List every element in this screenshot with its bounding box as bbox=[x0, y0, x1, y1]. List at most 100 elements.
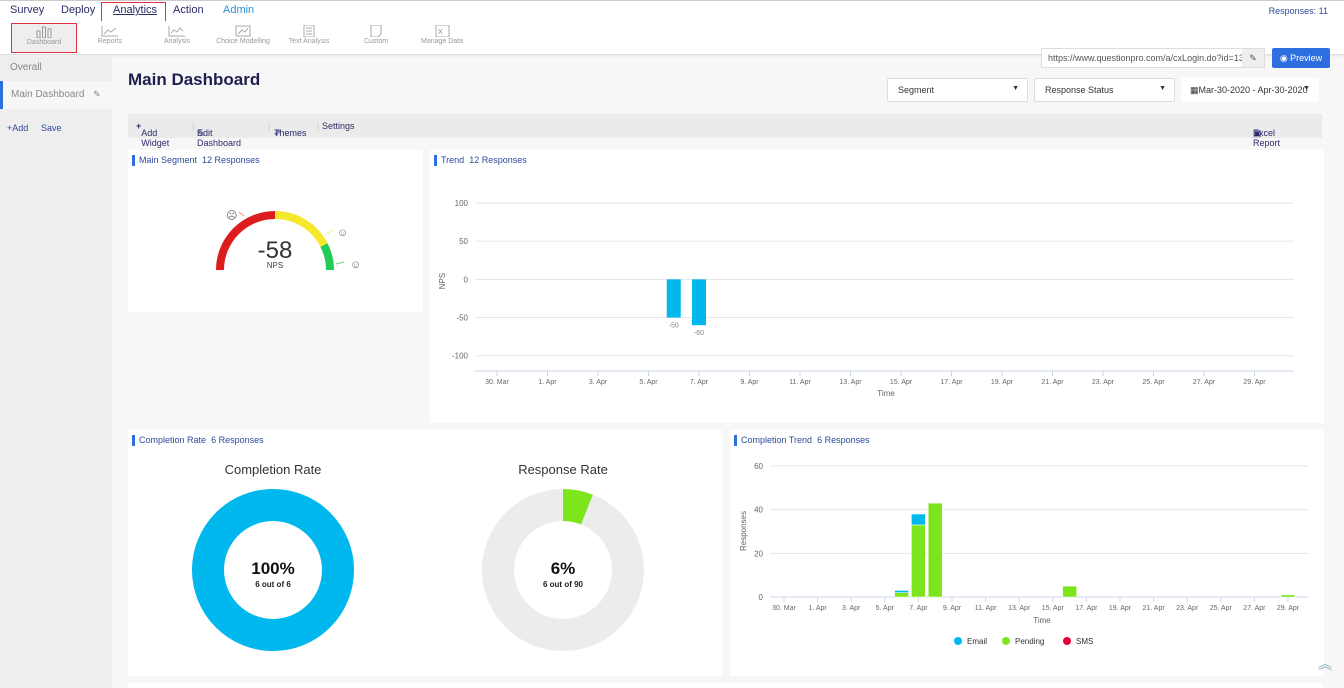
response-status-dropdown[interactable]: Response Status ▼ bbox=[1034, 78, 1175, 102]
completion-rate-widget: Completion Rate 6 Responses Completion R… bbox=[128, 430, 722, 676]
save-dashboard-link[interactable]: Save bbox=[41, 123, 62, 133]
nav-deploy[interactable]: Deploy bbox=[61, 4, 95, 16]
sidebar-item-label: Main Dashboard bbox=[11, 89, 85, 100]
survey-url-input[interactable]: https://www.questionpro.com/a/cxLogin.do… bbox=[1041, 48, 1265, 68]
edit-pencil-icon[interactable]: ✎ bbox=[1242, 49, 1264, 67]
tab-analysis[interactable]: Analysis bbox=[144, 23, 210, 53]
eye-icon: ◉ bbox=[1279, 53, 1291, 63]
tab-manage-data[interactable]: X Manage Data bbox=[409, 23, 475, 53]
trend-bar bbox=[692, 279, 706, 326]
add-dashboard-link[interactable]: +Add bbox=[7, 123, 28, 133]
y-tick-label: 20 bbox=[754, 549, 763, 558]
stacked-bar-segment bbox=[911, 513, 926, 526]
sidebar-overall[interactable]: Overall bbox=[10, 62, 42, 73]
pencil-icon[interactable]: ✎ bbox=[93, 89, 101, 99]
tab-label: Choice Modelling bbox=[216, 38, 270, 45]
sub-nav: Dashboard Reports Analysis Choice Modell… bbox=[0, 21, 1344, 68]
x-tick-label: 1. Apr bbox=[538, 379, 557, 386]
x-tick-label: 9. Apr bbox=[740, 379, 759, 386]
legend-marker bbox=[1002, 637, 1010, 645]
stacked-bar-segment bbox=[894, 592, 909, 598]
completion-trend-chart: 0 20 40 60 30. Mar 1. Apr 3. Apr 5. Apr 7. Apr 9.… bbox=[739, 462, 1308, 646]
y-axis-title: NPS bbox=[438, 273, 447, 289]
x-tick-label: 27. Apr bbox=[1243, 605, 1266, 612]
x-tick-label: 30. Mar bbox=[485, 379, 509, 386]
x-tick-label: 23. Apr bbox=[1092, 379, 1115, 386]
gauge-tick bbox=[325, 229, 334, 235]
x-tick-label: 1. Apr bbox=[808, 605, 827, 612]
legend-marker bbox=[1063, 637, 1071, 645]
completion-trend-widget: Completion Trend 6 Responses 0 20 40 60 30. … bbox=[730, 430, 1324, 676]
add-widget-label: Add Widget bbox=[141, 128, 170, 148]
legend-label: SMS bbox=[1076, 637, 1093, 646]
x-tick-label: 9. Apr bbox=[943, 605, 962, 612]
tab-dashboard[interactable]: Dashboard bbox=[11, 23, 77, 53]
tab-label: Manage Data bbox=[420, 38, 464, 45]
bar-data-label: -60 bbox=[694, 330, 704, 337]
tab-text-analysis[interactable]: Text Analysis bbox=[276, 23, 342, 53]
choice-chart-icon bbox=[235, 25, 251, 37]
tab-custom[interactable]: Custom bbox=[343, 23, 409, 53]
divider: | bbox=[317, 121, 320, 131]
custom-page-icon bbox=[370, 25, 382, 37]
svg-text:X: X bbox=[438, 29, 443, 36]
stacked-bar-segment bbox=[1280, 594, 1296, 598]
nps-value: -58 bbox=[258, 237, 293, 264]
nps-gauge: ☹ ☺ ☺ -58 NPS bbox=[216, 210, 361, 271]
donut-title: Completion Rate bbox=[225, 462, 322, 477]
x-tick-label: 23. Apr bbox=[1176, 605, 1199, 612]
x-tick-label: 27. Apr bbox=[1193, 379, 1216, 386]
nav-admin[interactable]: Admin bbox=[223, 4, 254, 16]
x-tick-label: 3. Apr bbox=[589, 379, 608, 386]
y-tick-label: -50 bbox=[456, 314, 468, 323]
text-doc-icon bbox=[303, 25, 315, 37]
sidebar: Overall Main Dashboard ✎ +Add Save bbox=[0, 55, 112, 688]
x-tick-label: 5. Apr bbox=[876, 605, 895, 612]
add-widget-button[interactable]: + Add Widget bbox=[136, 121, 169, 148]
x-tick-label: 13. Apr bbox=[839, 379, 862, 386]
x-tick-label: 15. Apr bbox=[1042, 605, 1065, 612]
y-tick-label: 60 bbox=[754, 462, 763, 471]
x-axis-title: Time bbox=[1033, 616, 1051, 625]
y-tick-label: -100 bbox=[452, 352, 469, 361]
happy-face-icon: ☺ bbox=[350, 259, 361, 271]
x-tick-label: 19. Apr bbox=[1109, 605, 1132, 612]
date-range-picker[interactable]: ▦Mar-30-2020 - Apr-30-2020 ▼ bbox=[1181, 78, 1319, 102]
nav-survey[interactable]: Survey bbox=[10, 4, 44, 16]
nps-label: NPS bbox=[267, 261, 283, 270]
donut-value: 6% bbox=[551, 559, 576, 578]
scroll-to-top-icon[interactable]: ︽ bbox=[1318, 654, 1332, 674]
y-tick-label: 40 bbox=[754, 506, 763, 515]
preview-button[interactable]: ◉ Preview bbox=[1272, 48, 1330, 68]
x-tick-label: 11. Apr bbox=[789, 379, 811, 386]
x-tick-label: 19. Apr bbox=[991, 379, 1014, 386]
divider: | bbox=[268, 121, 271, 131]
legend-label: Email bbox=[967, 637, 987, 646]
scatter-chart-icon bbox=[168, 26, 185, 37]
sad-face-icon: ☹ bbox=[226, 210, 237, 222]
segment-label: Segment bbox=[898, 85, 935, 95]
stacked-bar-segment bbox=[927, 502, 943, 598]
next-widget bbox=[128, 683, 1322, 688]
x-tick-label: 15. Apr bbox=[890, 379, 913, 386]
trend-chart: 100 50 0 -50 -100 30. Mar 1. Apr 3. Apr 5. Apr 7.… bbox=[438, 199, 1294, 398]
donut-sublabel: 6 out of 90 bbox=[543, 580, 584, 589]
tab-choice-modelling[interactable]: Choice Modelling bbox=[210, 23, 276, 53]
x-tick-label: 7. Apr bbox=[909, 605, 928, 612]
gauge-tick bbox=[238, 211, 245, 217]
y-tick-label: 50 bbox=[459, 237, 468, 246]
sidebar-item-main-dashboard[interactable]: Main Dashboard ✎ bbox=[0, 81, 112, 109]
nav-action[interactable]: Action bbox=[173, 4, 204, 16]
x-tick-label: 7. Apr bbox=[690, 379, 709, 386]
x-tick-label: 29. Apr bbox=[1243, 379, 1266, 386]
trend-bar bbox=[666, 279, 681, 318]
rate-donuts: Completion Rate 100% 6 out of 6 Response Ra… bbox=[192, 462, 644, 651]
divider: | bbox=[192, 121, 195, 131]
top-nav: Survey Deploy Analytics Action Admin Res… bbox=[0, 0, 1344, 24]
stacked-bar-segment bbox=[894, 590, 909, 593]
gauge-band-promoter bbox=[320, 243, 334, 271]
tab-reports[interactable]: Reports bbox=[77, 23, 143, 53]
segment-dropdown[interactable]: Segment ▼ bbox=[887, 78, 1028, 102]
settings-button[interactable]: Settings bbox=[322, 121, 355, 131]
date-range-label: Mar-30-2020 - Apr-30-2020 bbox=[1198, 85, 1308, 95]
